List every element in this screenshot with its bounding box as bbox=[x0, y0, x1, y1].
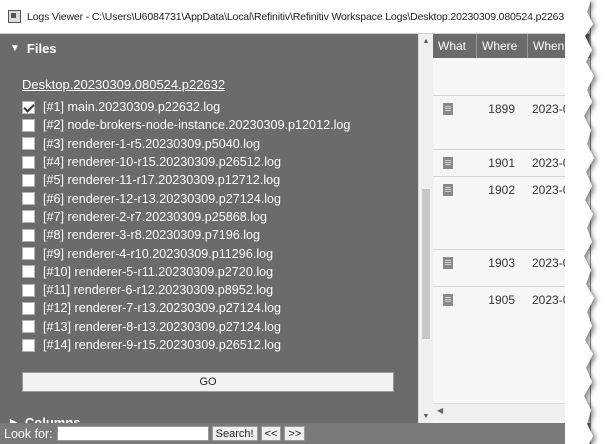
files-section-toggle[interactable]: ▼ Files bbox=[10, 41, 57, 56]
file-checkbox[interactable] bbox=[22, 137, 35, 151]
document-icon bbox=[443, 294, 453, 306]
file-label: [#11] renderer-6-r12.20230309.p8952.log bbox=[43, 283, 274, 298]
file-checkbox[interactable] bbox=[22, 100, 35, 114]
document-icon bbox=[443, 157, 453, 169]
cell-where: 1899 bbox=[488, 102, 515, 116]
file-item[interactable]: [#14] renderer-9-r15.20230309.p26512.log bbox=[22, 336, 350, 354]
file-item[interactable]: [#4] renderer-10-r15.20230309.p26512.log bbox=[22, 153, 350, 171]
file-item[interactable]: [#8] renderer-3-r8.20230309.p7196.log bbox=[22, 226, 350, 244]
file-checkbox[interactable] bbox=[22, 265, 35, 279]
folder-link[interactable]: Desktop.20230309.080524.p22632 bbox=[22, 77, 225, 92]
file-checkbox[interactable] bbox=[22, 192, 35, 206]
file-label: [#6] renderer-12-r13.20230309.p27124.log bbox=[43, 191, 282, 206]
file-checkbox[interactable] bbox=[22, 155, 35, 169]
file-label: [#13] renderer-8-r13.20230309.p27124.log bbox=[43, 319, 282, 334]
file-item[interactable]: [#7] renderer-2-r7.20230309.p25868.log bbox=[22, 208, 350, 226]
file-label: [#2] node-brokers-node-instance.20230309… bbox=[43, 118, 351, 133]
file-checkbox[interactable] bbox=[22, 173, 35, 187]
file-checkbox[interactable] bbox=[22, 283, 35, 297]
file-item[interactable]: [#10] renderer-5-r11.20230309.p2720.log bbox=[22, 263, 350, 281]
file-item[interactable]: [#2] node-brokers-node-instance.20230309… bbox=[22, 116, 350, 134]
column-header-what[interactable]: What bbox=[433, 34, 477, 58]
torn-edge bbox=[565, 0, 594, 444]
file-item[interactable]: [#11] renderer-6-r12.20230309.p8952.log bbox=[22, 281, 350, 299]
file-label: [#3] renderer-1-r5.20230309.p5040.log bbox=[43, 136, 261, 151]
columns-heading: Columns bbox=[24, 415, 81, 423]
document-icon bbox=[443, 103, 453, 115]
file-label: [#5] renderer-11-r17.20230309.p12712.log bbox=[43, 173, 281, 188]
triangle-down-icon: ▼ bbox=[10, 43, 20, 54]
document-icon bbox=[443, 184, 453, 196]
file-label: [#10] renderer-5-r11.20230309.p2720.log bbox=[43, 264, 274, 279]
go-button[interactable]: GO bbox=[22, 372, 394, 392]
scrollbar-thumb[interactable] bbox=[422, 189, 430, 339]
cell-where: 1905 bbox=[488, 293, 515, 307]
cell-when: 2023-0 bbox=[532, 102, 570, 116]
search-bar: Look for: Search! << >> bbox=[0, 423, 590, 444]
file-item[interactable]: [#13] renderer-8-r13.20230309.p27124.log bbox=[22, 318, 350, 336]
files-panel: ▼ Files Desktop.20230309.080524.p22632 [… bbox=[0, 34, 418, 423]
window-title: Logs Viewer - C:\Users\U6084731\AppData\… bbox=[27, 10, 565, 23]
file-label: [#9] renderer-4-r10.20230309.p11296.log bbox=[43, 246, 274, 261]
file-item[interactable]: [#9] renderer-4-r10.20230309.p11296.log bbox=[22, 244, 350, 262]
next-match-button[interactable]: >> bbox=[284, 426, 306, 441]
file-checkbox[interactable] bbox=[22, 210, 35, 224]
file-item[interactable]: [#3] renderer-1-r5.20230309.p5040.log bbox=[22, 135, 350, 153]
document-icon bbox=[443, 257, 453, 269]
cell-where: 1902 bbox=[488, 183, 515, 197]
search-input[interactable] bbox=[56, 426, 209, 441]
cell-when: 2023-0 bbox=[532, 256, 570, 270]
file-label: [#14] renderer-9-r15.20230309.p26512.log bbox=[43, 338, 282, 352]
file-checkbox[interactable] bbox=[22, 320, 35, 334]
file-checkbox[interactable] bbox=[22, 247, 35, 261]
logs-viewer-window: Logs Viewer - C:\Users\U6084731\AppData\… bbox=[0, 0, 591, 444]
file-item[interactable]: [#1] main.20230309.p22632.log bbox=[22, 98, 350, 116]
files-heading: Files bbox=[26, 41, 57, 56]
title-bar: Logs Viewer - C:\Users\U6084731\AppData\… bbox=[0, 0, 590, 34]
file-checkbox[interactable] bbox=[22, 118, 35, 132]
file-label: [#8] renderer-3-r8.20230309.p7196.log bbox=[43, 228, 261, 243]
cell-where: 1903 bbox=[488, 256, 515, 270]
previous-match-button[interactable]: << bbox=[260, 426, 282, 441]
columns-section-toggle[interactable]: ▶ Columns bbox=[10, 415, 81, 423]
file-label: [#7] renderer-2-r7.20230309.p25868.log bbox=[43, 209, 268, 224]
look-for-label: Look for: bbox=[4, 426, 53, 441]
file-item[interactable]: [#12] renderer-7-r13.20230309.p27124.log bbox=[22, 299, 350, 317]
app-icon bbox=[8, 10, 21, 23]
files-panel-scrollbar[interactable]: ▲ ▼ bbox=[418, 34, 433, 423]
file-checkbox[interactable] bbox=[22, 338, 35, 352]
file-label: [#1] main.20230309.p22632.log bbox=[43, 100, 221, 115]
search-button[interactable]: Search! bbox=[211, 426, 258, 441]
column-header-where[interactable]: Where bbox=[477, 34, 528, 58]
file-checkbox[interactable] bbox=[22, 301, 35, 315]
file-list: [#1] main.20230309.p22632.log [#2] node-… bbox=[22, 98, 350, 354]
file-item[interactable]: [#6] renderer-12-r13.20230309.p27124.log bbox=[22, 189, 350, 207]
scroll-up-arrow-icon[interactable]: ▲ bbox=[419, 34, 433, 48]
cell-when: 2023-0 bbox=[532, 156, 570, 170]
file-label: [#12] renderer-7-r13.20230309.p27124.log bbox=[43, 301, 282, 316]
scroll-left-arrow-icon[interactable]: ◀ bbox=[437, 406, 443, 415]
scroll-down-arrow-icon[interactable]: ▼ bbox=[419, 409, 433, 423]
file-label: [#4] renderer-10-r15.20230309.p26512.log bbox=[43, 155, 282, 170]
file-item[interactable]: [#5] renderer-11-r17.20230309.p12712.log bbox=[22, 171, 350, 189]
file-checkbox[interactable] bbox=[22, 228, 35, 242]
cell-where: 1901 bbox=[488, 156, 515, 170]
